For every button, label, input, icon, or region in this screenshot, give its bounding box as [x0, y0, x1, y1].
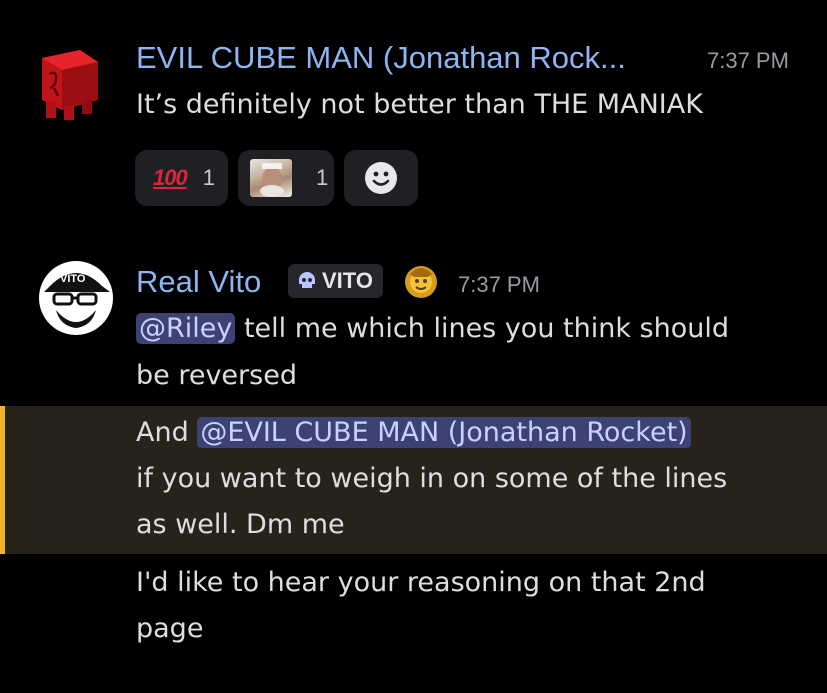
reaction-count: 1 — [202, 165, 215, 190]
message-author[interactable]: EVIL CUBE MAN (Jonathan Rock... — [136, 40, 626, 76]
reaction-hundred-points[interactable]: 100 1 — [135, 150, 228, 206]
user-mention[interactable]: @Riley — [136, 313, 236, 344]
avatar-cap-text: VITO — [60, 273, 86, 285]
message-text: tell me which lines you think should — [235, 313, 730, 344]
mention-highlight-bar — [0, 406, 5, 554]
message-timestamp: 7:37 PM — [707, 48, 789, 73]
message-line: I'd like to hear your reasoning on that … — [136, 567, 706, 598]
add-reaction-icon — [365, 162, 397, 194]
skull-icon — [296, 270, 318, 292]
message-line: page — [136, 613, 204, 644]
message-text: And — [136, 417, 198, 448]
message-text: It’s definitely not better than THE MANI… — [136, 89, 703, 120]
message-author[interactable]: Real Vito — [136, 264, 261, 300]
custom-photo-emoji-icon — [250, 159, 292, 197]
server-tag-label: VITO — [322, 268, 373, 293]
reaction-count: 1 — [316, 165, 329, 190]
message-line: if you want to weigh in on some of the l… — [136, 463, 728, 494]
hundred-points-icon: 100 — [153, 165, 188, 190]
server-tag[interactable]: VITO — [288, 264, 383, 298]
message-line: @Riley tell me which lines you think sho… — [136, 306, 729, 352]
message-line: as well. Dm me — [136, 509, 345, 540]
red-cube-avatar-icon[interactable] — [28, 44, 104, 124]
vito-avatar-icon[interactable]: VITO — [36, 256, 116, 336]
add-reaction-button[interactable] — [344, 150, 418, 206]
reaction-custom-photo[interactable]: 1 — [238, 150, 334, 206]
message-line: be reversed — [136, 360, 297, 391]
user-mention[interactable]: @EVIL CUBE MAN (Jonathan Rocket) — [197, 417, 691, 448]
message-line: And @EVIL CUBE MAN (Jonathan Rocket) — [136, 410, 691, 456]
gold-coin-badge-icon — [402, 262, 440, 300]
message-timestamp: 7:37 PM — [458, 272, 540, 297]
